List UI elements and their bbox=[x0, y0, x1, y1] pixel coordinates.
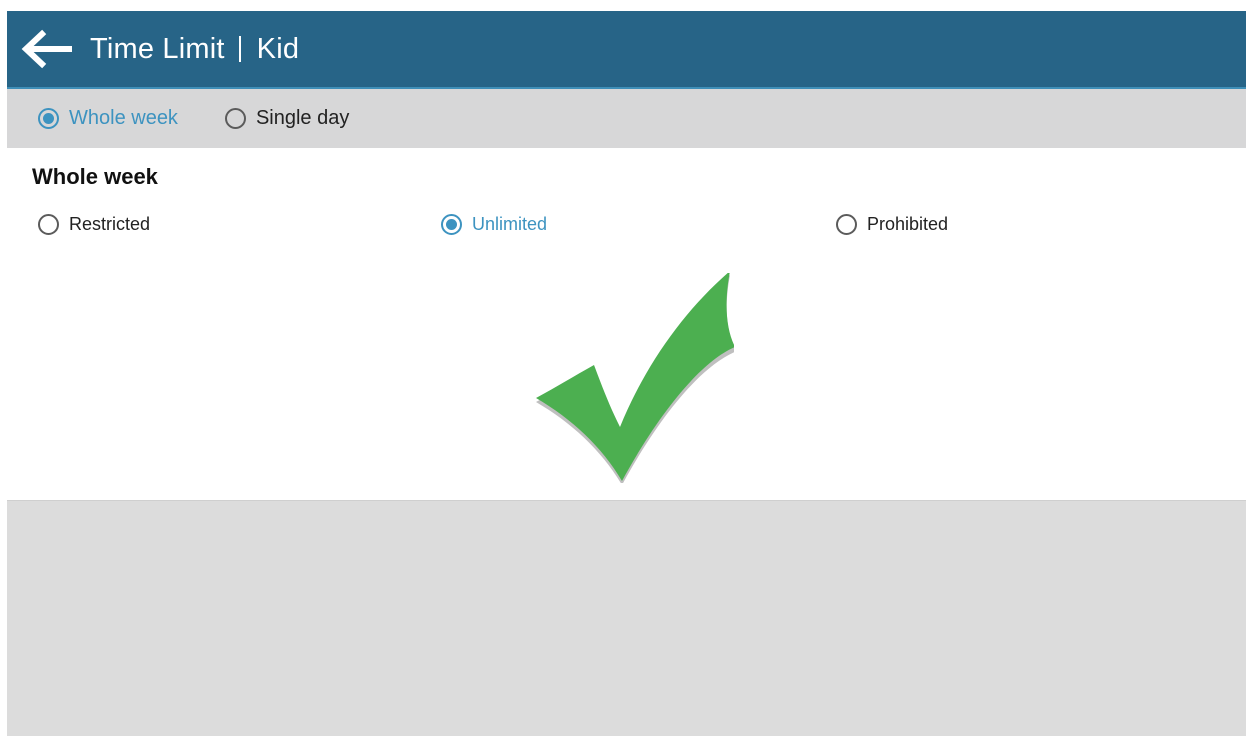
arrow-left-icon bbox=[21, 29, 72, 69]
section-title: Whole week bbox=[32, 164, 158, 189]
mode-single-day-radio[interactable] bbox=[224, 108, 246, 129]
back-button[interactable] bbox=[18, 24, 74, 74]
option-prohibited-label: Prohibited bbox=[867, 213, 949, 234]
checkmark-icon bbox=[536, 273, 734, 483]
mode-single-day-option[interactable]: Single day bbox=[224, 107, 350, 130]
page-title-text: Time Limit bbox=[90, 32, 225, 65]
profile-name: Kid bbox=[256, 32, 300, 65]
option-restricted[interactable]: Restricted bbox=[38, 212, 150, 236]
option-prohibited-radio[interactable] bbox=[836, 213, 857, 235]
mode-whole-week-radio[interactable] bbox=[38, 108, 59, 129]
option-prohibited[interactable]: Prohibited bbox=[836, 212, 948, 236]
option-restricted-label: Restricted bbox=[69, 213, 151, 234]
option-restricted-radio[interactable] bbox=[38, 213, 59, 235]
mode-whole-week-option[interactable]: Whole week bbox=[38, 107, 178, 130]
option-unlimited[interactable]: Unlimited bbox=[441, 212, 547, 236]
app-window: Time Limit Kid Whole week Single day Who… bbox=[7, 11, 1246, 736]
mode-selector: Whole week Single day bbox=[7, 89, 1246, 148]
title-divider bbox=[238, 36, 241, 62]
option-unlimited-radio[interactable] bbox=[441, 213, 462, 235]
page-title: Time Limit Kid bbox=[90, 33, 299, 66]
whole-week-panel: Whole week Restricted Unlimited Prohibit… bbox=[7, 148, 1246, 501]
mode-single-day-label: Single day bbox=[255, 107, 350, 129]
mode-whole-week-label: Whole week bbox=[69, 107, 178, 129]
app-bar: Time Limit Kid bbox=[7, 11, 1246, 89]
option-unlimited-label: Unlimited bbox=[472, 213, 548, 234]
